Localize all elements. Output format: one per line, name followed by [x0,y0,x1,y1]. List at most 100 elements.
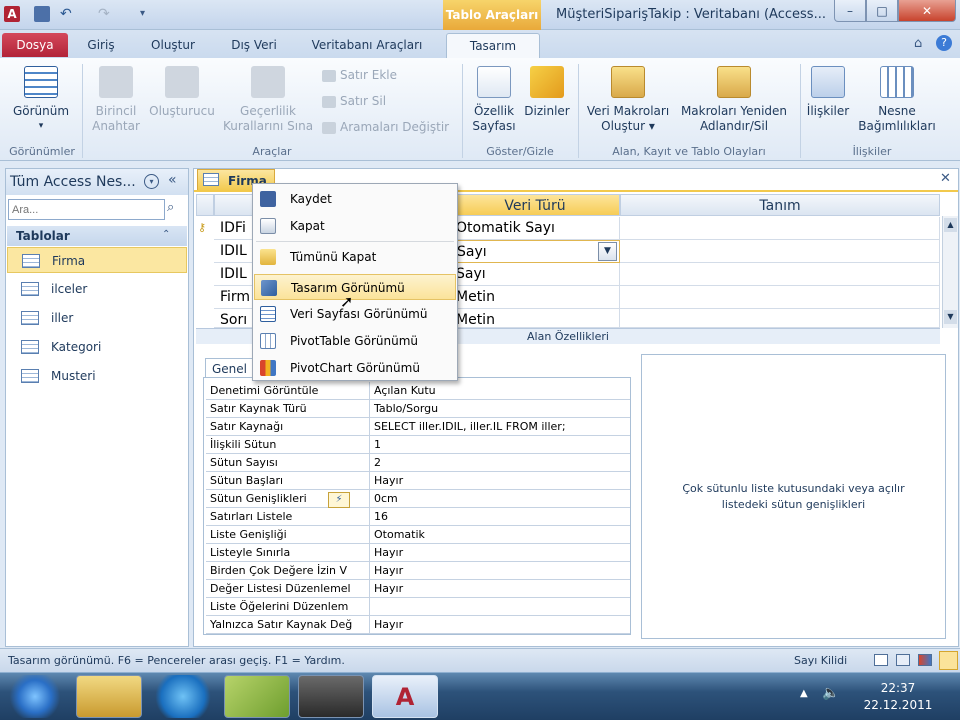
save-icon[interactable] [34,6,50,22]
property-row[interactable]: Liste Genişliği Otomatik [206,526,630,544]
nav-item-musteri[interactable]: Musteri [7,363,187,389]
nav-item-iller[interactable]: iller [7,305,187,331]
description-cell[interactable] [620,240,940,263]
volume-icon[interactable]: 🔈 [822,685,839,701]
scroll-down-icon[interactable]: ▼ [944,310,957,324]
object-dependencies-button[interactable]: Nesne Bağımlılıkları [854,66,940,134]
property-row[interactable]: Değer Listesi Düzenlemel Hayır [206,580,630,598]
primary-key-button[interactable]: Birincil Anahtar [86,66,146,134]
view-button[interactable]: Görünüm ▾ [6,66,76,134]
category-collapse-icon[interactable]: ⌃ [162,229,170,240]
access-app-icon[interactable]: A [4,6,20,22]
tab-database-tools[interactable]: Veritabanı Araçları [300,33,434,58]
menu-item-close[interactable]: Kapat [254,213,456,239]
minimize-button[interactable]: – [834,0,866,22]
property-value[interactable]: Hayır [369,616,629,634]
property-value[interactable]: Hayır [369,580,629,598]
delete-rows-button[interactable]: Satır Sil [322,94,386,108]
tab-design[interactable]: Tasarım [446,33,540,58]
menu-item-pivottable-view[interactable]: PivotTable Görünümü [254,328,456,354]
pivotchart-status-icon[interactable] [918,654,932,666]
nav-item-kategori[interactable]: Kategori [7,334,187,360]
description-cell[interactable] [620,217,940,240]
show-hidden-icons-icon[interactable]: ▲ [800,688,808,699]
create-data-macros-button[interactable]: Veri Makroları Oluştur ▾ [582,66,674,134]
datasheet-view-status-icon[interactable] [874,654,888,666]
data-type-cell[interactable]: Sayı [450,263,620,286]
property-value[interactable]: Hayır [369,472,629,490]
collapse-ribbon-icon[interactable]: ⌂ [914,36,922,51]
internet-explorer-taskbar-icon[interactable] [150,675,216,718]
menu-item-datasheet-view[interactable]: Veri Sayfası Görünümü [254,301,456,327]
data-type-dropdown-icon[interactable]: ▼ [598,242,617,261]
nav-menu-dropdown-icon[interactable]: ▾ [144,174,159,189]
undo-icon[interactable]: ↶ [60,6,76,22]
data-type-cell[interactable]: Metin [450,286,620,309]
data-type-cell[interactable]: Otomatik Sayı [450,217,620,240]
property-row[interactable]: Listeyle Sınırla Hayır [206,544,630,562]
property-value[interactable]: Hayır [369,562,629,580]
menu-item-pivotchart-view[interactable]: PivotChart Görünümü [254,355,456,381]
access-taskbar-icon[interactable]: A [372,675,438,718]
property-row[interactable]: Satır Kaynağı SELECT iller.IDIL, iller.IL… [206,418,630,436]
builder-button[interactable]: Oluşturucu [146,66,218,119]
property-sheet-button[interactable]: Özellik Sayfası [466,66,522,134]
tab-file[interactable]: Dosya [2,33,68,57]
property-value[interactable]: Tablo/Sorgu [369,400,629,418]
start-button[interactable] [6,675,64,718]
menu-item-close-all[interactable]: Tümünü Kapat [254,244,456,270]
test-validation-button[interactable]: Geçerlilik Kurallarını Sına [218,66,318,134]
nav-search-input[interactable] [8,199,165,220]
property-row[interactable]: İlişkili Sütun 1 [206,436,630,454]
column-header-data-type[interactable]: Veri Türü [450,194,620,216]
menu-item-design-view[interactable]: Tasarım Görünümü [254,274,456,300]
property-value[interactable]: 1 [369,436,629,454]
tab-create[interactable]: Oluştur [138,33,208,58]
close-document-button[interactable]: ✕ [940,171,951,186]
tab-home[interactable]: Giriş [78,33,124,58]
app-taskbar-icon[interactable] [224,675,290,718]
property-row[interactable]: Sütun Sayısı 2 [206,454,630,472]
modify-lookups-button[interactable]: Aramaları Değiştir [322,120,449,134]
help-icon[interactable]: ? [936,35,952,51]
insert-rows-button[interactable]: Satır Ekle [322,68,397,82]
property-value[interactable]: SELECT iller.IDIL, iller.IL FROM iller; [369,418,629,436]
indexes-button[interactable]: Dizinler [522,66,572,119]
smart-tag-icon[interactable]: ⚡ [328,492,350,508]
description-cell[interactable] [620,309,940,328]
rename-delete-macro-button[interactable]: Makroları Yeniden Adlandır/Sil [676,66,792,134]
property-value[interactable]: Açılan Kutu [369,382,629,400]
maximize-button[interactable]: □ [866,0,898,22]
description-cell[interactable] [620,286,940,309]
data-type-cell-selected[interactable]: Sayı [450,240,620,263]
search-icon[interactable]: ⌕ [167,200,174,215]
property-value[interactable]: Otomatik [369,526,629,544]
pivottable-status-icon[interactable] [896,654,910,666]
property-value[interactable]: 0cm [369,490,629,508]
property-row[interactable]: Denetimi Görüntüle Açılan Kutu [206,382,630,400]
property-row-selected[interactable]: Sütun Genişlikleri 0cm [206,490,630,508]
scroll-up-icon[interactable]: ▲ [944,218,957,232]
nav-item-firma[interactable]: Firma [7,247,187,273]
column-header-description[interactable]: Tanım [620,194,940,216]
grid-vertical-scrollbar[interactable]: ▲ ▼ [942,216,958,328]
redo-icon[interactable]: ↷ [98,6,114,22]
customize-qat-icon[interactable]: ▾ [140,6,156,22]
property-value[interactable]: 16 [369,508,629,526]
nav-pane-header[interactable]: Tüm Access Nes... [6,169,188,195]
property-value[interactable]: 2 [369,454,629,472]
property-value[interactable]: Hayır [369,544,629,562]
nav-item-ilceler[interactable]: ilceler [7,276,187,302]
property-row[interactable]: Satırları Listele 16 [206,508,630,526]
nav-collapse-icon[interactable]: « [168,172,177,188]
taskbar-clock[interactable]: 22:37 22.12.2011 [850,680,946,714]
data-type-cell[interactable]: Metin [450,309,620,328]
property-row[interactable]: Satır Kaynak Türü Tablo/Sorgu [206,400,630,418]
property-row[interactable]: Birden Çok Değere İzin V Hayır [206,562,630,580]
property-value[interactable] [369,598,629,616]
nav-category-tables[interactable]: Tablolar [7,226,187,246]
property-row[interactable]: Liste Öğelerini Düzenlem [206,598,630,616]
relationships-button[interactable]: İlişkiler [804,66,852,119]
design-view-status-icon[interactable] [939,651,958,670]
property-row[interactable]: Sütun Başları Hayır [206,472,630,490]
